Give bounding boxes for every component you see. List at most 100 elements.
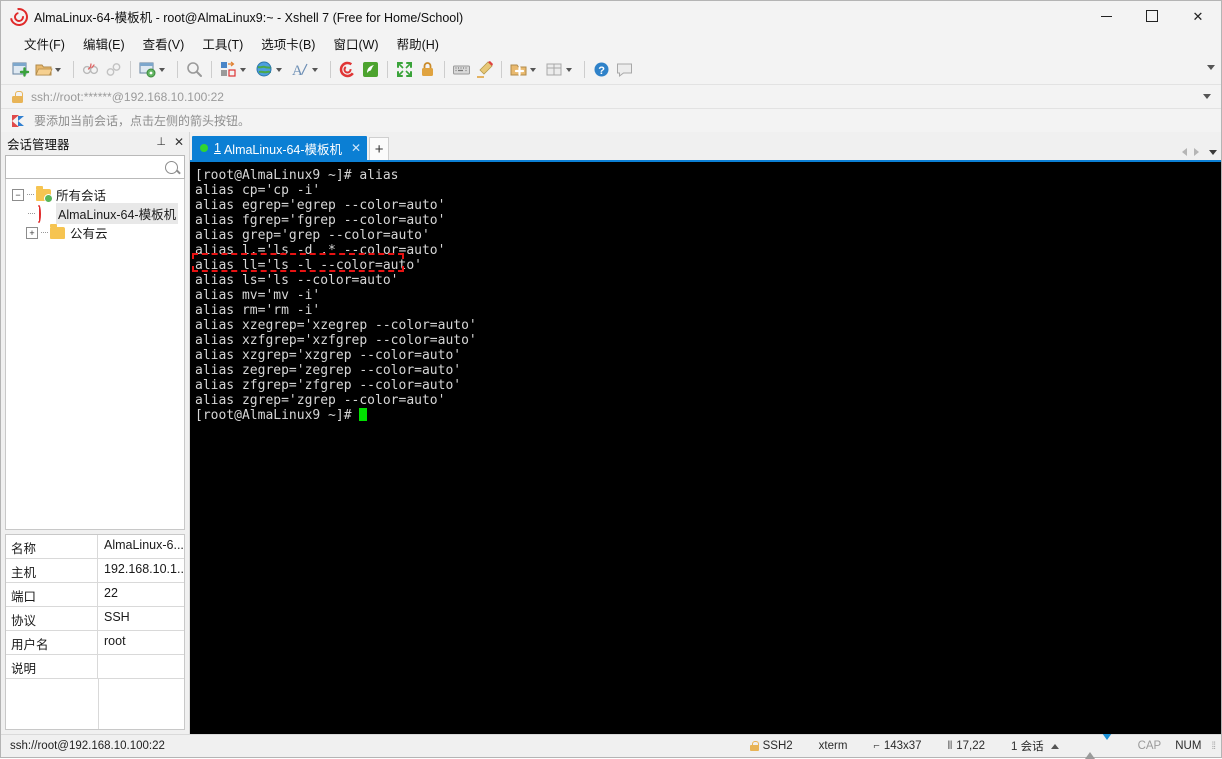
tree-item-all-sessions[interactable]: − 所有会话	[6, 185, 184, 204]
copy-paste-caret-icon[interactable]	[240, 67, 246, 72]
chevron-up-icon[interactable]	[1050, 743, 1059, 749]
copy-paste-button[interactable]	[217, 58, 253, 82]
session-search-input[interactable]	[5, 155, 185, 179]
tab-close-icon[interactable]: ✕	[351, 141, 361, 155]
table-row: 端口 22	[6, 583, 184, 607]
maximize-button[interactable]	[1129, 1, 1175, 31]
prop-value: 192.168.10.1...	[104, 562, 184, 576]
toolbar-separator	[584, 61, 585, 78]
search-icon	[187, 62, 202, 77]
menu-tools[interactable]: 工具(T)	[193, 31, 252, 56]
lock-icon	[12, 90, 23, 103]
tree-item-public-cloud[interactable]: + 公有云	[6, 223, 184, 242]
find-button[interactable]	[183, 58, 206, 82]
menu-edit[interactable]: 编辑(E)	[74, 31, 134, 56]
prop-value: AlmaLinux-6...	[104, 538, 184, 552]
open-session-button[interactable]	[32, 58, 68, 82]
keyboard-icon	[453, 65, 470, 75]
resize-grip[interactable]: ⁞⁞	[1211, 741, 1215, 752]
open-folder-icon	[35, 64, 53, 76]
terminal-line: alias ls='ls --color=auto'	[195, 273, 399, 288]
tab-menu-icon[interactable]	[1209, 149, 1217, 155]
title-bar: AlmaLinux-64-模板机 - root@AlmaLinux9:~ - X…	[1, 1, 1221, 31]
terminal-line: alias l.='ls -d .* --color=auto'	[195, 243, 446, 258]
terminal-area: 1 AlmaLinux-64-模板机 ✕ + [root@AlmaLinux9 …	[190, 132, 1221, 734]
fullscreen-icon	[397, 62, 412, 77]
status-size: ⌐ 143x37	[873, 740, 921, 752]
menu-view[interactable]: 查看(V)	[134, 31, 194, 56]
fullscreen-button[interactable]	[393, 58, 416, 82]
menu-tabs[interactable]: 选项卡(B)	[252, 31, 324, 56]
scroll-right-icon[interactable]	[1194, 148, 1199, 156]
terminal-screen[interactable]: [root@AlmaLinux9 ~]# alias alias cp='cp …	[190, 160, 1221, 734]
terminal-line: alias cp='cp -i'	[195, 183, 321, 198]
terminal-line: [root@AlmaLinux9 ~]# alias	[195, 168, 399, 183]
terminal-line: alias zgrep='zgrep --color=auto'	[195, 393, 446, 408]
close-button[interactable]: ✕	[1175, 1, 1221, 31]
status-cursor-pos: ⫴ 17,22	[948, 740, 985, 753]
tree-item-label: 所有会话	[56, 189, 107, 203]
status-transfer-indicators	[1084, 733, 1112, 759]
globe-button[interactable]	[253, 58, 289, 82]
folder-icon	[50, 223, 65, 239]
lock-button[interactable]	[416, 58, 439, 82]
layout-icon	[546, 63, 562, 76]
keyboard-button[interactable]	[450, 58, 473, 82]
xftp-icon	[363, 62, 378, 77]
download-arrow-icon	[1101, 733, 1112, 752]
pin-icon[interactable]: ⊥	[156, 136, 166, 149]
session-manager-header: 会话管理器 ⊥ ✕	[1, 132, 189, 155]
reconnect-button	[102, 58, 125, 82]
globe-caret-icon[interactable]	[276, 67, 282, 72]
status-sessions[interactable]: 1 会话	[1011, 738, 1059, 754]
prop-key: 用户名	[6, 631, 98, 654]
open-session-caret-icon[interactable]	[55, 67, 61, 72]
layout-button[interactable]	[543, 58, 579, 82]
font-button[interactable]: A	[289, 58, 325, 82]
menu-help[interactable]: 帮助(H)	[388, 31, 448, 56]
add-panel-caret-icon[interactable]	[530, 67, 536, 72]
font-caret-icon[interactable]	[312, 67, 318, 72]
new-tab-button[interactable]: +	[369, 137, 390, 160]
help-button[interactable]: ?	[590, 58, 613, 82]
xshell-button[interactable]	[336, 58, 359, 82]
tab-almalinux[interactable]: 1 AlmaLinux-64-模板机 ✕	[192, 136, 368, 160]
toolbar-overflow-icon[interactable]	[1207, 65, 1215, 70]
comment-button[interactable]	[613, 58, 636, 82]
prop-key: 协议	[6, 607, 98, 630]
status-sessions-label: 1 会话	[1010, 741, 1044, 753]
expander-icon[interactable]: +	[26, 226, 38, 239]
add-panel-button[interactable]	[507, 58, 543, 82]
address-bar[interactable]: ssh://root:******@192.168.10.100:22	[1, 84, 1221, 108]
menu-window[interactable]: 窗口(W)	[324, 31, 387, 56]
app-spiral-icon	[6, 4, 32, 30]
prop-value: root	[104, 634, 126, 648]
session-properties-button[interactable]	[136, 58, 172, 82]
scroll-left-icon[interactable]	[1182, 148, 1187, 156]
copy-paste-icon	[221, 61, 236, 77]
reconnect-icon	[106, 63, 121, 76]
tree-item-almalinux-session[interactable]: AlmaLinux-64-模板机	[6, 203, 184, 224]
terminal-line: alias zegrep='zegrep --color=auto'	[195, 363, 462, 378]
lock-icon	[422, 62, 433, 76]
window-controls: ✕	[1083, 1, 1221, 31]
close-panel-icon[interactable]: ✕	[174, 136, 184, 149]
tab-number: 1	[214, 141, 221, 155]
expander-icon[interactable]: −	[12, 188, 24, 201]
status-caps: CAP	[1137, 740, 1162, 752]
properties-caret-icon[interactable]	[159, 67, 165, 72]
layout-caret-icon[interactable]	[566, 67, 572, 72]
disconnect-button	[79, 58, 102, 82]
address-dropdown-icon[interactable]	[1203, 94, 1211, 99]
session-properties-icon	[139, 62, 156, 78]
status-size-label: 143x37	[883, 740, 922, 752]
xftp-button[interactable]	[359, 58, 382, 82]
table-row: 说明	[6, 655, 184, 679]
new-session-button[interactable]	[9, 58, 32, 82]
upload-arrow-icon	[1084, 740, 1095, 759]
status-connection: ssh://root@192.168.10.100:22	[10, 740, 165, 752]
menu-file[interactable]: 文件(F)	[15, 31, 74, 56]
minimize-button[interactable]	[1083, 1, 1129, 31]
highlight-button[interactable]	[473, 58, 496, 82]
session-icon	[37, 204, 51, 223]
